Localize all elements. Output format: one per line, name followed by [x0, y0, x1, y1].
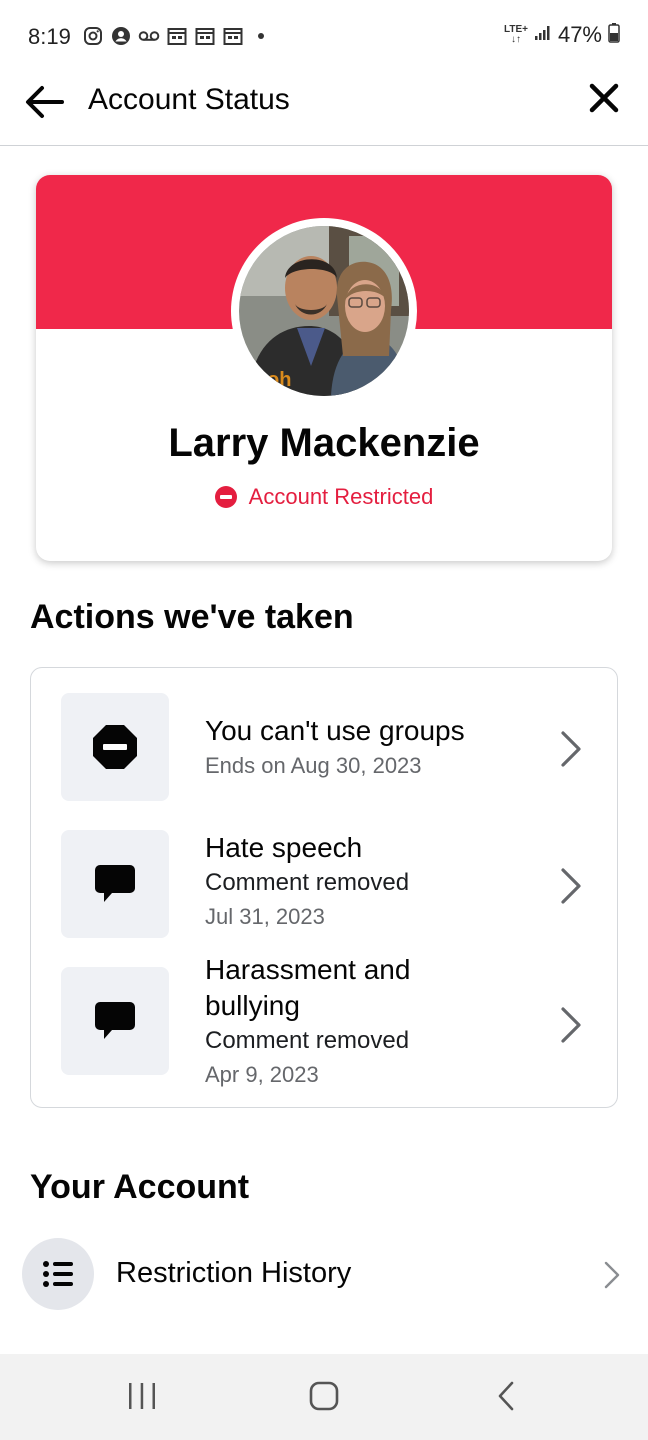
svg-text:oh: oh [267, 369, 291, 391]
calendar-icon [222, 25, 244, 47]
action-text: Hate speech Comment removed Jul 31, 2023 [205, 830, 545, 934]
profile-name: Larry Mackenzie [168, 421, 480, 465]
home-button[interactable] [294, 1374, 354, 1418]
voicemail-icon [138, 25, 160, 47]
back-nav-button[interactable] [476, 1374, 536, 1418]
action-title: You can't use groups [205, 715, 465, 746]
list-icon [22, 1238, 94, 1310]
avatar-ring: oh [231, 218, 417, 404]
action-subtitle: Comment removed [205, 869, 410, 896]
action-text: You can't use groups Ends on Aug 30, 202… [205, 713, 545, 783]
action-date: Apr 9, 2023 [205, 1062, 319, 1087]
action-subtitle: Ends on Aug 30, 2023 [205, 753, 422, 778]
action-item-harassment[interactable]: Harassment and bullying Comment removed … [31, 954, 619, 1099]
action-text: Harassment and bullying Comment removed … [205, 952, 455, 1092]
calendar-icon [166, 25, 188, 47]
battery-percent: 47% [557, 22, 602, 47]
dot-icon [250, 25, 272, 47]
restricted-icon [214, 486, 237, 508]
close-icon [589, 83, 619, 113]
calendar-icon [194, 25, 216, 47]
actions-list: You can't use groups Ends on Aug 30, 202… [30, 667, 618, 1108]
recent-apps-button[interactable] [112, 1374, 172, 1418]
lte-icon: LTE+ ↓↑ [503, 24, 528, 45]
action-icon-box [61, 830, 169, 938]
chevron-right-icon [557, 729, 585, 769]
action-item-groups[interactable]: You can't use groups Ends on Aug 30, 202… [31, 693, 619, 803]
chevron-right-icon [557, 866, 585, 906]
close-button[interactable] [584, 78, 624, 118]
account-circle-icon [110, 25, 132, 47]
comment-icon [95, 1002, 135, 1039]
profile-card: oh Larry Mackenzie Account Restricted [36, 175, 612, 561]
status-bar: 8:19 LTE+ ↓↑ 47% [0, 0, 648, 72]
chevron-left-icon [498, 1381, 514, 1411]
restriction-history-label: Restriction History [116, 1257, 352, 1289]
recent-apps-icon [129, 1383, 155, 1409]
home-icon [309, 1381, 339, 1411]
system-nav-bar [0, 1354, 648, 1440]
restricted-icon [93, 725, 137, 769]
arrow-left-icon [26, 86, 64, 118]
account-status: Account Restricted [36, 484, 612, 510]
action-title: Hate speech [205, 832, 363, 863]
actions-section-title: Actions we've taken [30, 598, 354, 636]
chevron-right-icon [557, 1005, 585, 1045]
action-date: Jul 31, 2023 [205, 904, 325, 929]
action-icon-box [61, 967, 169, 1075]
header: Account Status [0, 72, 648, 146]
back-button[interactable] [22, 80, 66, 124]
account-status-text: Account Restricted [248, 484, 434, 509]
page-title: Account Status [88, 83, 290, 116]
status-time: 8:19 [28, 24, 71, 49]
your-account-section-title: Your Account [30, 1168, 250, 1206]
comment-icon [95, 865, 135, 902]
notification-icons [82, 25, 272, 47]
battery-icon [608, 22, 620, 48]
profile-photo: oh [239, 226, 409, 396]
action-icon-box [61, 693, 169, 801]
instagram-icon [82, 25, 104, 47]
signal-icon [534, 25, 552, 46]
avatar[interactable]: oh [239, 226, 409, 396]
chevron-right-icon [604, 1261, 620, 1289]
restriction-history-item[interactable]: Restriction History [0, 1236, 648, 1312]
action-title: Harassment and bullying [205, 954, 411, 1021]
action-item-hate-speech[interactable]: Hate speech Comment removed Jul 31, 2023 [31, 830, 619, 940]
status-right: LTE+ ↓↑ 47% [504, 22, 620, 48]
action-subtitle: Comment removed [205, 1027, 410, 1054]
